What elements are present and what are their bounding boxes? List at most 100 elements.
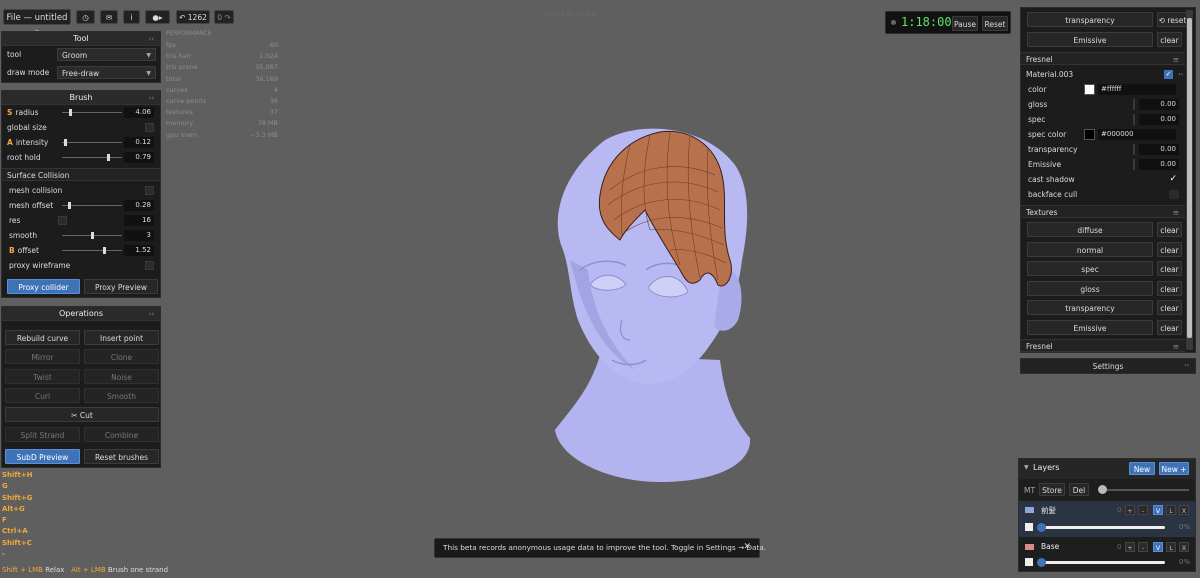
layer-item[interactable]: Base 0 + - V L X 0%	[1019, 539, 1195, 573]
root-hold-value[interactable]: 0.79	[124, 152, 154, 163]
intensity-slider[interactable]	[62, 139, 122, 146]
rebuild-curve-button[interactable]: Rebuild curve	[5, 330, 80, 345]
pause-button[interactable]: Pause	[952, 16, 978, 31]
subd-preview-button[interactable]: SubD Preview	[5, 449, 80, 464]
mesh-offset-slider-handle[interactable]	[68, 202, 71, 209]
smooth-value[interactable]: 3	[124, 230, 154, 241]
scrollbar-thumb[interactable]	[1187, 18, 1192, 338]
spec-clear-button[interactable]: clear	[1157, 261, 1182, 276]
new-layer-button[interactable]: New	[1129, 462, 1155, 475]
root-hold-slider[interactable]	[62, 154, 122, 161]
emissive-texture-button[interactable]: Emissive	[1027, 32, 1153, 47]
mt-slider-handle[interactable]	[1098, 485, 1107, 494]
brush-panel-header[interactable]: Brush ‹‹	[2, 91, 160, 105]
layers-header[interactable]: ▼ Layers New New +	[1019, 459, 1195, 479]
smooth-slider-handle[interactable]	[91, 232, 94, 239]
delete-layer-button[interactable]: Del	[1069, 483, 1089, 496]
undo-button[interactable]: ↶ 1262	[176, 10, 210, 24]
mail-button[interactable]: ✉	[100, 10, 118, 24]
proxy-collider-button[interactable]: Proxy collider	[7, 279, 80, 294]
spec-color-hex-input[interactable]: #000000	[1098, 129, 1176, 140]
insert-point-button[interactable]: Insert point	[84, 330, 159, 345]
backface-cull-checkbox[interactable]	[1169, 190, 1179, 199]
radius-value[interactable]: 4.06	[124, 107, 154, 118]
layer-opacity-handle[interactable]	[1037, 523, 1046, 532]
tool-panel-header[interactable]: Tool ‹‹	[2, 32, 160, 46]
diffuse-texture-button[interactable]: diffuse	[1027, 222, 1153, 237]
layer-delete-button[interactable]: X	[1179, 505, 1189, 515]
intensity-value[interactable]: 0.12	[124, 137, 154, 148]
reset-brushes-button[interactable]: Reset brushes	[84, 449, 159, 464]
mt-slider[interactable]	[1098, 485, 1189, 494]
transparency-value[interactable]: 0.00	[1139, 144, 1179, 155]
emissive-clear-button[interactable]: clear	[1157, 32, 1182, 47]
layer-checkbox[interactable]	[1025, 523, 1033, 531]
offset-slider[interactable]	[62, 247, 122, 254]
emissive-slider[interactable]	[1133, 159, 1135, 170]
transparency-clear-button[interactable]: clear	[1157, 300, 1182, 315]
mirror-button[interactable]: Mirror	[5, 349, 80, 364]
twist-button[interactable]: Twist	[5, 369, 80, 384]
settings-bar[interactable]: Settings ‹‹	[1020, 358, 1196, 374]
record-button[interactable]: ●▸	[145, 10, 170, 24]
cut-button[interactable]: ✂ Cut	[5, 407, 159, 422]
gloss-texture-button[interactable]: gloss	[1027, 281, 1153, 296]
split-strand-button[interactable]: Split Strand	[5, 427, 80, 442]
clone-button[interactable]: Clone	[84, 349, 159, 364]
mesh-offset-value[interactable]: 0.28	[124, 200, 154, 211]
res-stepper[interactable]	[58, 216, 67, 225]
layer-visible-toggle[interactable]: V	[1153, 505, 1163, 515]
res-value[interactable]: 16	[124, 215, 154, 226]
layer-opacity-slider[interactable]	[1037, 523, 1165, 532]
noise-button[interactable]: Noise	[84, 369, 159, 384]
offset-slider-handle[interactable]	[103, 247, 106, 254]
new-layer-plus-button[interactable]: New +	[1159, 462, 1189, 475]
surface-collision-header[interactable]: Surface Collision	[2, 168, 160, 181]
info-button[interactable]: i	[123, 10, 140, 24]
reset-timer-button[interactable]: Reset	[982, 16, 1008, 31]
smooth-button[interactable]: Smooth	[84, 388, 159, 403]
radius-slider-handle[interactable]	[69, 109, 72, 116]
spec-slider[interactable]	[1133, 114, 1135, 125]
spec-value[interactable]: 0.00	[1139, 114, 1179, 125]
layer-remove-button[interactable]: -	[1138, 505, 1148, 515]
transparency-texture-button-2[interactable]: transparency	[1027, 300, 1153, 315]
proxy-wireframe-checkbox[interactable]	[145, 261, 154, 270]
proxy-preview-button[interactable]: Proxy Preview	[84, 279, 158, 294]
intensity-slider-handle[interactable]	[64, 139, 67, 146]
reset-material-button[interactable]: ⟲ reset	[1157, 12, 1188, 27]
emissive-texture-button-2[interactable]: Emissive	[1027, 320, 1153, 335]
operations-panel-header[interactable]: Operations ‹‹	[2, 307, 160, 321]
layer-lock-toggle[interactable]: L	[1166, 505, 1176, 515]
spec-color-swatch[interactable]	[1084, 129, 1095, 140]
color-swatch[interactable]	[1084, 84, 1095, 95]
gloss-value[interactable]: 0.00	[1139, 99, 1179, 110]
spec-texture-button[interactable]: spec	[1027, 261, 1153, 276]
tool-select[interactable]: Groom ▼	[57, 48, 156, 61]
transparency-texture-button[interactable]: transparency	[1027, 12, 1153, 27]
fresnel-section[interactable]: Fresnel ≡	[1021, 52, 1185, 65]
color-hex-input[interactable]: #ffffff	[1098, 84, 1176, 95]
fresnel-section-2[interactable]: Fresnel ≡	[1021, 339, 1185, 352]
layer-delete-button[interactable]: X	[1179, 542, 1189, 552]
mesh-offset-slider[interactable]	[62, 202, 122, 209]
layer-checkbox[interactable]	[1025, 558, 1033, 566]
radius-slider[interactable]	[62, 109, 122, 116]
layer-item[interactable]: 前髪 0 + - V L X 0%	[1019, 501, 1195, 537]
global-size-checkbox[interactable]	[145, 123, 154, 132]
viewport-model[interactable]	[530, 120, 770, 485]
layer-opacity-slider[interactable]	[1037, 558, 1165, 567]
redo-button[interactable]: 0 ↷	[214, 10, 234, 24]
layer-add-button[interactable]: +	[1125, 542, 1135, 552]
layer-opacity-handle[interactable]	[1037, 558, 1046, 567]
emissive-clear-button-2[interactable]: clear	[1157, 320, 1182, 335]
textures-section[interactable]: Textures ≡	[1021, 205, 1185, 218]
mesh-collision-checkbox[interactable]	[145, 186, 154, 195]
gloss-slider[interactable]	[1133, 99, 1135, 110]
root-hold-slider-handle[interactable]	[107, 154, 110, 161]
diffuse-clear-button[interactable]: clear	[1157, 222, 1182, 237]
layer-lock-toggle[interactable]: L	[1166, 542, 1176, 552]
store-button[interactable]: Store	[1039, 483, 1065, 496]
draw-mode-select[interactable]: Free-draw ▼	[57, 66, 156, 79]
cast-shadow-checkbox[interactable]: ✓	[1169, 172, 1177, 187]
